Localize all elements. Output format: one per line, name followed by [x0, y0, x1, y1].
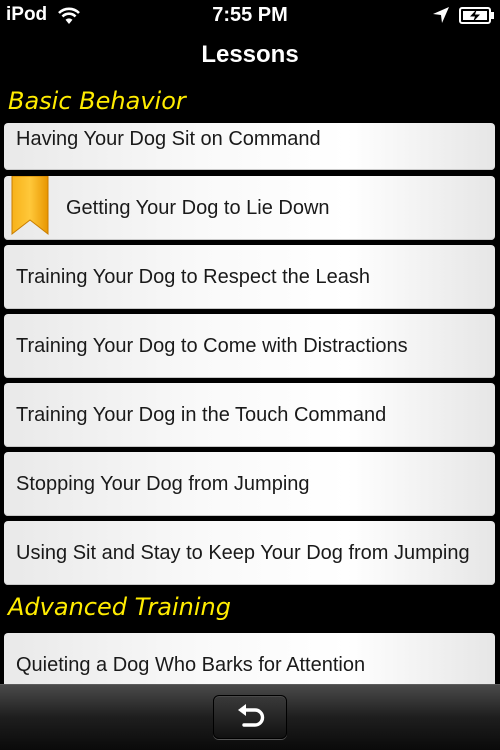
lesson-row-sit-on-command[interactable]: Having Your Dog Sit on Command [4, 123, 495, 170]
back-button[interactable] [213, 695, 287, 739]
status-bar: iPod 7:55 PM [0, 0, 500, 32]
lesson-label: Training Your Dog to Respect the Leash [16, 266, 370, 288]
back-arrow-icon [238, 704, 265, 727]
battery-charging-icon [459, 7, 494, 24]
lesson-label: Quieting a Dog Who Barks for Attention [16, 654, 366, 676]
lesson-label: Using Sit and Stay to Keep Your Dog from… [16, 542, 470, 564]
lesson-label: Training Your Dog in the Touch Command [16, 404, 387, 426]
lesson-label: Having Your Dog Sit on Command [16, 128, 321, 150]
lessons-list[interactable]: Basic Behavior Having Your Dog Sit on Co… [0, 84, 500, 684]
lesson-row-respect-leash[interactable]: Training Your Dog to Respect the Leash [4, 245, 495, 309]
page-title: Lessons [201, 41, 299, 68]
bottom-toolbar [0, 684, 500, 750]
lesson-row-sit-stay-jumping[interactable]: Using Sit and Stay to Keep Your Dog from… [4, 521, 495, 585]
lesson-row-come-with-distractions[interactable]: Training Your Dog to Come with Distracti… [4, 314, 495, 378]
lesson-row-lie-down[interactable]: Getting Your Dog to Lie Down [4, 176, 495, 240]
bookmark-icon [11, 176, 49, 236]
lesson-label: Stopping Your Dog from Jumping [16, 473, 310, 495]
section-header-basic-behavior: Basic Behavior [0, 84, 500, 122]
section-title: Basic Behavior [8, 87, 186, 115]
lesson-row-stop-jumping[interactable]: Stopping Your Dog from Jumping [4, 452, 495, 516]
location-arrow-icon [433, 7, 449, 23]
navigation-bar: Lessons [0, 32, 500, 84]
status-time: 7:55 PM [212, 4, 288, 26]
section-header-advanced-training: Advanced Training [0, 587, 500, 631]
lesson-label: Getting Your Dog to Lie Down [66, 197, 330, 219]
section-title: Advanced Training [8, 593, 231, 621]
lesson-label: Training Your Dog to Come with Distracti… [16, 335, 408, 357]
lesson-row-quieting-barking[interactable]: Quieting a Dog Who Barks for Attention [4, 633, 495, 684]
lesson-row-touch-command[interactable]: Training Your Dog in the Touch Command [4, 383, 495, 447]
